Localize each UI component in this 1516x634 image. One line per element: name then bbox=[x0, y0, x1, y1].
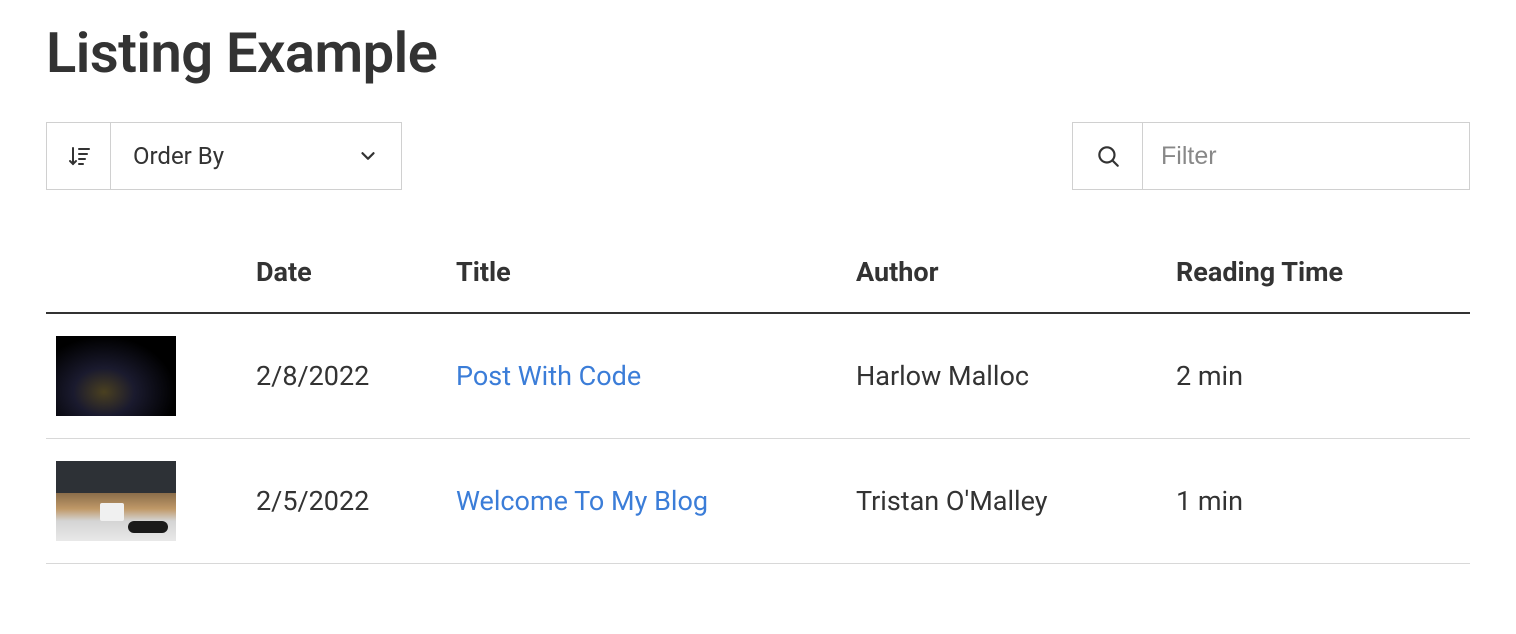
sort-direction-button[interactable] bbox=[47, 123, 111, 189]
cell-date: 2/8/2022 bbox=[246, 313, 446, 439]
col-author[interactable]: Author bbox=[846, 238, 1166, 313]
table-row: 2/5/2022 Welcome To My Blog Tristan O'Mall… bbox=[46, 439, 1470, 564]
cell-reading-time: 1 min bbox=[1166, 439, 1470, 564]
table-row: 2/8/2022 Post With Code Harlow Malloc2 min bbox=[46, 313, 1470, 439]
cell-title: Welcome To My Blog bbox=[446, 439, 846, 564]
post-title-link[interactable]: Post With Code bbox=[456, 360, 641, 392]
cell-author: Harlow Malloc bbox=[846, 313, 1166, 439]
thumbnail-image bbox=[56, 336, 176, 416]
filter-input[interactable] bbox=[1143, 123, 1469, 189]
cell-title: Post With Code bbox=[446, 313, 846, 439]
col-title[interactable]: Title bbox=[446, 238, 846, 313]
col-reading-time[interactable]: Reading Time bbox=[1166, 238, 1470, 313]
orderby-label: Order By bbox=[133, 142, 224, 170]
col-thumbnail bbox=[46, 238, 246, 313]
post-title-link[interactable]: Welcome To My Blog bbox=[456, 485, 708, 517]
cell-author: Tristan O'Malley bbox=[846, 439, 1166, 564]
orderby-select[interactable]: Order By bbox=[111, 123, 401, 189]
orderby-control: Order By bbox=[46, 122, 402, 190]
thumbnail-image bbox=[56, 461, 176, 541]
chevron-down-icon bbox=[357, 145, 379, 167]
cell-date: 2/5/2022 bbox=[246, 439, 446, 564]
page-title: Listing Example bbox=[46, 20, 1470, 86]
filter-control bbox=[1072, 122, 1470, 190]
sort-icon bbox=[67, 144, 91, 168]
col-date[interactable]: Date bbox=[246, 238, 446, 313]
search-icon bbox=[1095, 143, 1121, 169]
cell-reading-time: 2 min bbox=[1166, 313, 1470, 439]
cell-thumbnail bbox=[46, 439, 246, 564]
toolbar: Order By bbox=[46, 122, 1470, 190]
cell-thumbnail bbox=[46, 313, 246, 439]
search-icon-box bbox=[1073, 123, 1143, 189]
listing-table: Date Title Author Reading Time 2/8/2022 P… bbox=[46, 238, 1470, 564]
